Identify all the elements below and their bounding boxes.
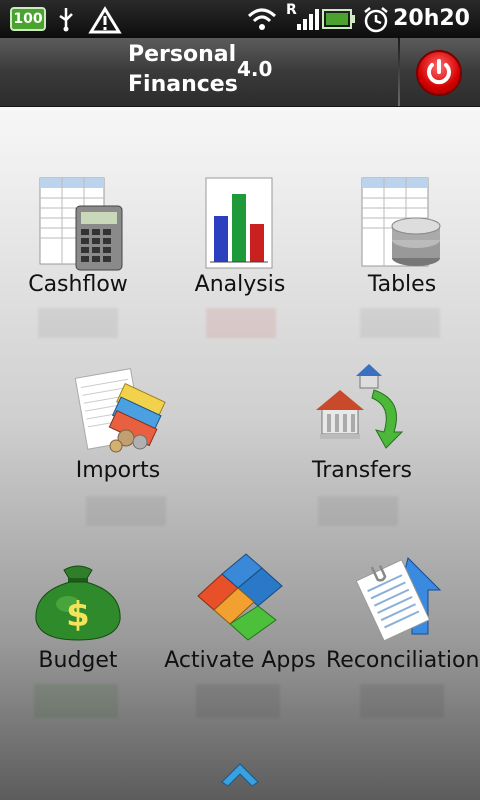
reflection [360,308,440,338]
app-title: Personal Finances [128,42,238,97]
status-bar: 100 R 20h20 [0,0,480,38]
reflection [38,308,118,338]
clock: 20h20 [393,6,470,31]
transfers-icon [316,364,404,449]
tables-icon [361,177,441,267]
reflection [318,496,398,526]
signal-icon [297,9,319,30]
reconciliation-icon [356,557,442,642]
wifi-icon [247,8,277,30]
menu-item-label: Activate Apps [164,648,316,673]
analysis-icon [205,177,273,269]
menu-item-label: Tables [367,272,437,297]
cashflow-icon [39,177,123,271]
usb-icon [59,8,73,32]
title-bar: Personal Finances 4.0 [0,38,480,107]
budget-icon: $ [35,565,121,641]
reflection [360,684,444,718]
battery-icon: 100 [10,7,46,31]
menu-item-label: Analysis [194,272,286,297]
menu-item-label: Imports [75,458,161,483]
menu-item-label: Reconciliation [326,648,480,673]
title-divider [398,38,400,106]
menu-item-label: Budget [38,648,118,673]
app-version: 4.0 [237,57,273,81]
warning-icon [88,6,122,34]
reflection [206,308,276,338]
battery-charge-icon [322,9,355,29]
reflection [196,684,280,718]
chevron-up-icon[interactable] [220,756,260,786]
imports-icon [74,368,166,453]
activate-apps-icon [197,553,283,641]
svg-text:$: $ [66,595,90,635]
reflection [86,496,166,526]
power-icon [427,59,451,85]
power-button[interactable] [416,50,462,96]
reflection [34,684,118,718]
menu-item-label: Cashflow [28,272,128,297]
alarm-icon [364,7,388,33]
menu-item-label: Transfers [312,458,412,483]
